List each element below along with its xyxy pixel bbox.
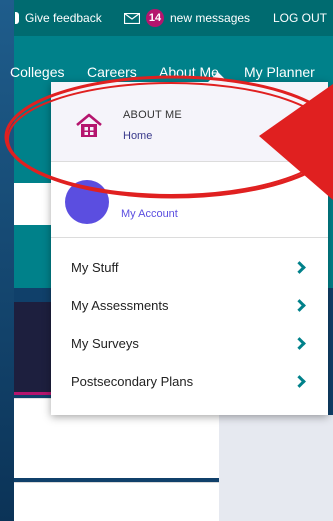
menu-item-my-stuff[interactable]: My Stuff bbox=[51, 249, 328, 287]
menu-item-label: My Surveys bbox=[71, 336, 139, 351]
give-feedback-label: Give feedback bbox=[25, 11, 102, 25]
house-icon bbox=[76, 113, 102, 137]
give-feedback-link[interactable]: Give feedback bbox=[15, 11, 102, 25]
nav-item-about-me[interactable]: About Me bbox=[159, 64, 219, 80]
menu-item-my-surveys[interactable]: My Surveys bbox=[51, 325, 328, 363]
about-me-dropdown: ABOUT ME Home My Account My Stuff My Ass… bbox=[51, 72, 328, 415]
nav-item-my-planner[interactable]: My Planner bbox=[244, 64, 315, 80]
side-panel bbox=[219, 415, 333, 521]
menu-item-postsecondary-plans[interactable]: Postsecondary Plans bbox=[51, 363, 328, 401]
chevron-right-icon bbox=[293, 299, 306, 312]
menu-item-my-assessments[interactable]: My Assessments bbox=[51, 287, 328, 325]
menu-item-label: My Assessments bbox=[71, 298, 169, 313]
home-link[interactable]: Home bbox=[123, 130, 152, 142]
nav-item-careers[interactable]: Careers bbox=[87, 64, 137, 80]
my-account-link[interactable]: My Account bbox=[121, 208, 178, 220]
nav-item-colleges[interactable]: Colleges bbox=[10, 64, 64, 80]
top-utility-bar: Give feedback 14 new messages LOG OUT bbox=[14, 0, 333, 36]
chevron-right-icon bbox=[293, 337, 306, 350]
feedback-icon bbox=[15, 12, 19, 24]
content-card bbox=[14, 482, 219, 521]
account-section[interactable]: My Account bbox=[51, 163, 328, 238]
about-me-home-link[interactable]: ABOUT ME Home bbox=[51, 82, 328, 162]
chevron-right-icon bbox=[293, 375, 306, 388]
about-me-title: ABOUT ME bbox=[123, 109, 182, 121]
messages-label: new messages bbox=[170, 11, 251, 25]
menu-item-label: My Stuff bbox=[71, 260, 119, 275]
messages-link[interactable]: 14 new messages bbox=[124, 9, 250, 27]
mail-icon bbox=[124, 12, 140, 24]
menu-item-label: Postsecondary Plans bbox=[71, 374, 194, 389]
chevron-right-icon bbox=[293, 261, 306, 274]
avatar bbox=[65, 180, 109, 224]
message-count-badge: 14 bbox=[146, 9, 164, 27]
dark-feature-card bbox=[14, 302, 54, 395]
logout-link[interactable]: LOG OUT bbox=[273, 11, 327, 25]
